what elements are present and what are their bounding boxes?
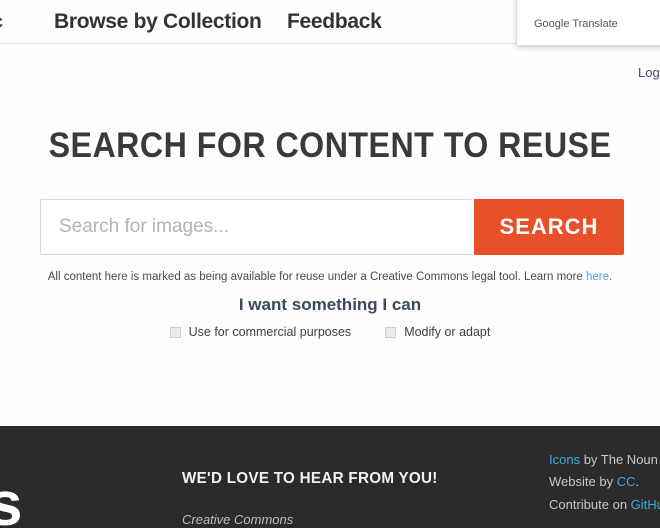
footer-website-post: . [635, 474, 640, 490]
search-row: SEARCH [40, 199, 624, 255]
footer-credit-contribute: Contribute on GitHu [549, 494, 660, 516]
reuse-note: All content here is marked as being avai… [0, 271, 660, 283]
google-translate-label: Google Translate [534, 18, 618, 30]
checkbox-commercial[interactable] [169, 326, 181, 338]
main-content: Login SEARCH FOR CONTENT TO REUSE SEARCH… [0, 44, 660, 426]
reuse-note-text: All content here is marked as being avai… [47, 271, 586, 283]
search-input[interactable] [40, 199, 472, 255]
filter-option-commercial-label[interactable]: Use for commercial purposes [189, 325, 352, 339]
nav-item-clipped[interactable]: c [0, 11, 3, 34]
filter-option-modify-label[interactable]: Modify or adapt [404, 325, 490, 339]
footer-credit-icons: Icons by The Noun P [549, 449, 660, 471]
footer-contribute-pre: Contribute on [549, 496, 631, 512]
footer-credits-column: Icons by The Noun P Website by CC. Contr… [549, 449, 660, 516]
filter-option-commercial[interactable]: Use for commercial purposes [169, 325, 352, 339]
footer-logo-fragment: s [0, 470, 22, 528]
footer-credit-website: Website by CC. [549, 471, 660, 493]
footer-cc-link[interactable]: CC [617, 474, 636, 489]
filter-option-modify[interactable]: Modify or adapt [385, 325, 490, 339]
footer-contact-heading: WE'D LOVE TO HEAR FROM YOU! [182, 470, 438, 487]
footer-icons-link[interactable]: Icons [549, 452, 580, 467]
footer-github-link[interactable]: GitHu [631, 497, 660, 512]
footer-icons-rest: by The Noun P [583, 452, 660, 467]
reuse-note-here-link[interactable]: here [586, 271, 609, 283]
google-translate-popup[interactable]: Google Translate [516, 0, 660, 46]
nav-item-browse-by-collection[interactable]: Browse by Collection [54, 10, 262, 34]
filters-options: Use for commercial purposes Modify or ad… [0, 325, 660, 339]
nav-item-feedback[interactable]: Feedback [287, 10, 382, 34]
filters-heading: I want something I can [238, 295, 422, 314]
checkbox-modify[interactable] [385, 326, 397, 338]
footer-website-pre: Website by [549, 474, 617, 490]
reuse-note-trailing: . [609, 271, 613, 283]
footer-address-line-1: Creative Commons [182, 512, 294, 527]
page-title: SEARCH FOR CONTENT TO REUSE [48, 126, 612, 165]
login-link[interactable]: Login [638, 65, 660, 80]
site-footer: s WE'D LOVE TO HEAR FROM YOU! Creative C… [0, 426, 660, 528]
search-button[interactable]: SEARCH [474, 199, 624, 255]
footer-contact-column: WE'D LOVE TO HEAR FROM YOU! Creative Com… [182, 470, 512, 528]
footer-address: Creative Commons [182, 510, 512, 528]
